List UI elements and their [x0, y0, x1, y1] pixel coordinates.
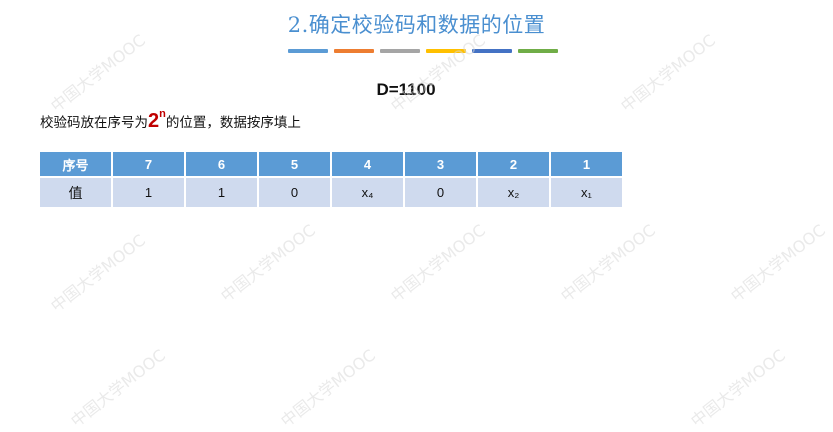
header-cell: 4 — [330, 150, 405, 178]
watermark: 中国大学MOOC — [217, 220, 319, 306]
deco-segment — [288, 49, 328, 53]
power-exponent: n — [159, 108, 166, 121]
instruction-after: 的位置，数据按序填上 — [165, 115, 301, 131]
watermark: 中国大学MOOC — [557, 220, 659, 306]
value-cell: 1 — [111, 176, 186, 209]
instruction-text: 校验码放在序号为2n的位置，数据按序填上 — [40, 108, 301, 133]
position-table: 序号 7 6 5 4 3 2 1 值 1 1 0 x₄ 0 x₂ x₁ — [38, 150, 624, 209]
header-cell: 3 — [403, 150, 478, 178]
table-row: 值 1 1 0 x₄ 0 x₂ x₁ — [38, 176, 624, 209]
watermark: 中国大学MOOC — [617, 30, 719, 116]
watermark: 中国大学MOOC — [47, 230, 149, 316]
watermark: 中国大学MOOC — [387, 30, 489, 116]
watermark: 中国大学MOOC — [47, 30, 149, 116]
value-cell: x₂ — [476, 176, 551, 209]
row-cell-label: 值 — [38, 176, 113, 209]
power-of-two: 2n — [148, 108, 166, 132]
value-cell: 1 — [184, 176, 259, 209]
watermark: 中国大学MOOC — [277, 345, 379, 431]
header-cell-label: 序号 — [38, 150, 113, 178]
watermark: 中国大学MOOC — [687, 345, 789, 431]
decorative-color-bar — [288, 49, 558, 53]
instruction-before: 校验码放在序号为 — [40, 115, 148, 131]
value-cell: 0 — [403, 176, 478, 209]
power-base: 2 — [148, 110, 160, 132]
deco-segment — [334, 49, 374, 53]
value-cell: x₁ — [549, 176, 624, 209]
header-cell: 1 — [549, 150, 624, 178]
deco-segment — [380, 49, 420, 53]
watermark: 中国大学MOOC — [67, 345, 169, 431]
table-header-row: 序号 7 6 5 4 3 2 1 — [38, 150, 624, 178]
header-cell: 7 — [111, 150, 186, 178]
value-cell: x₄ — [330, 176, 405, 209]
watermark: 中国大学MOOC — [727, 220, 829, 306]
header-cell: 6 — [184, 150, 259, 178]
header-cell: 5 — [257, 150, 332, 178]
deco-segment — [518, 49, 558, 53]
watermark: 中国大学MOOC — [387, 220, 489, 306]
header-cell: 2 — [476, 150, 551, 178]
value-cell: 0 — [257, 176, 332, 209]
